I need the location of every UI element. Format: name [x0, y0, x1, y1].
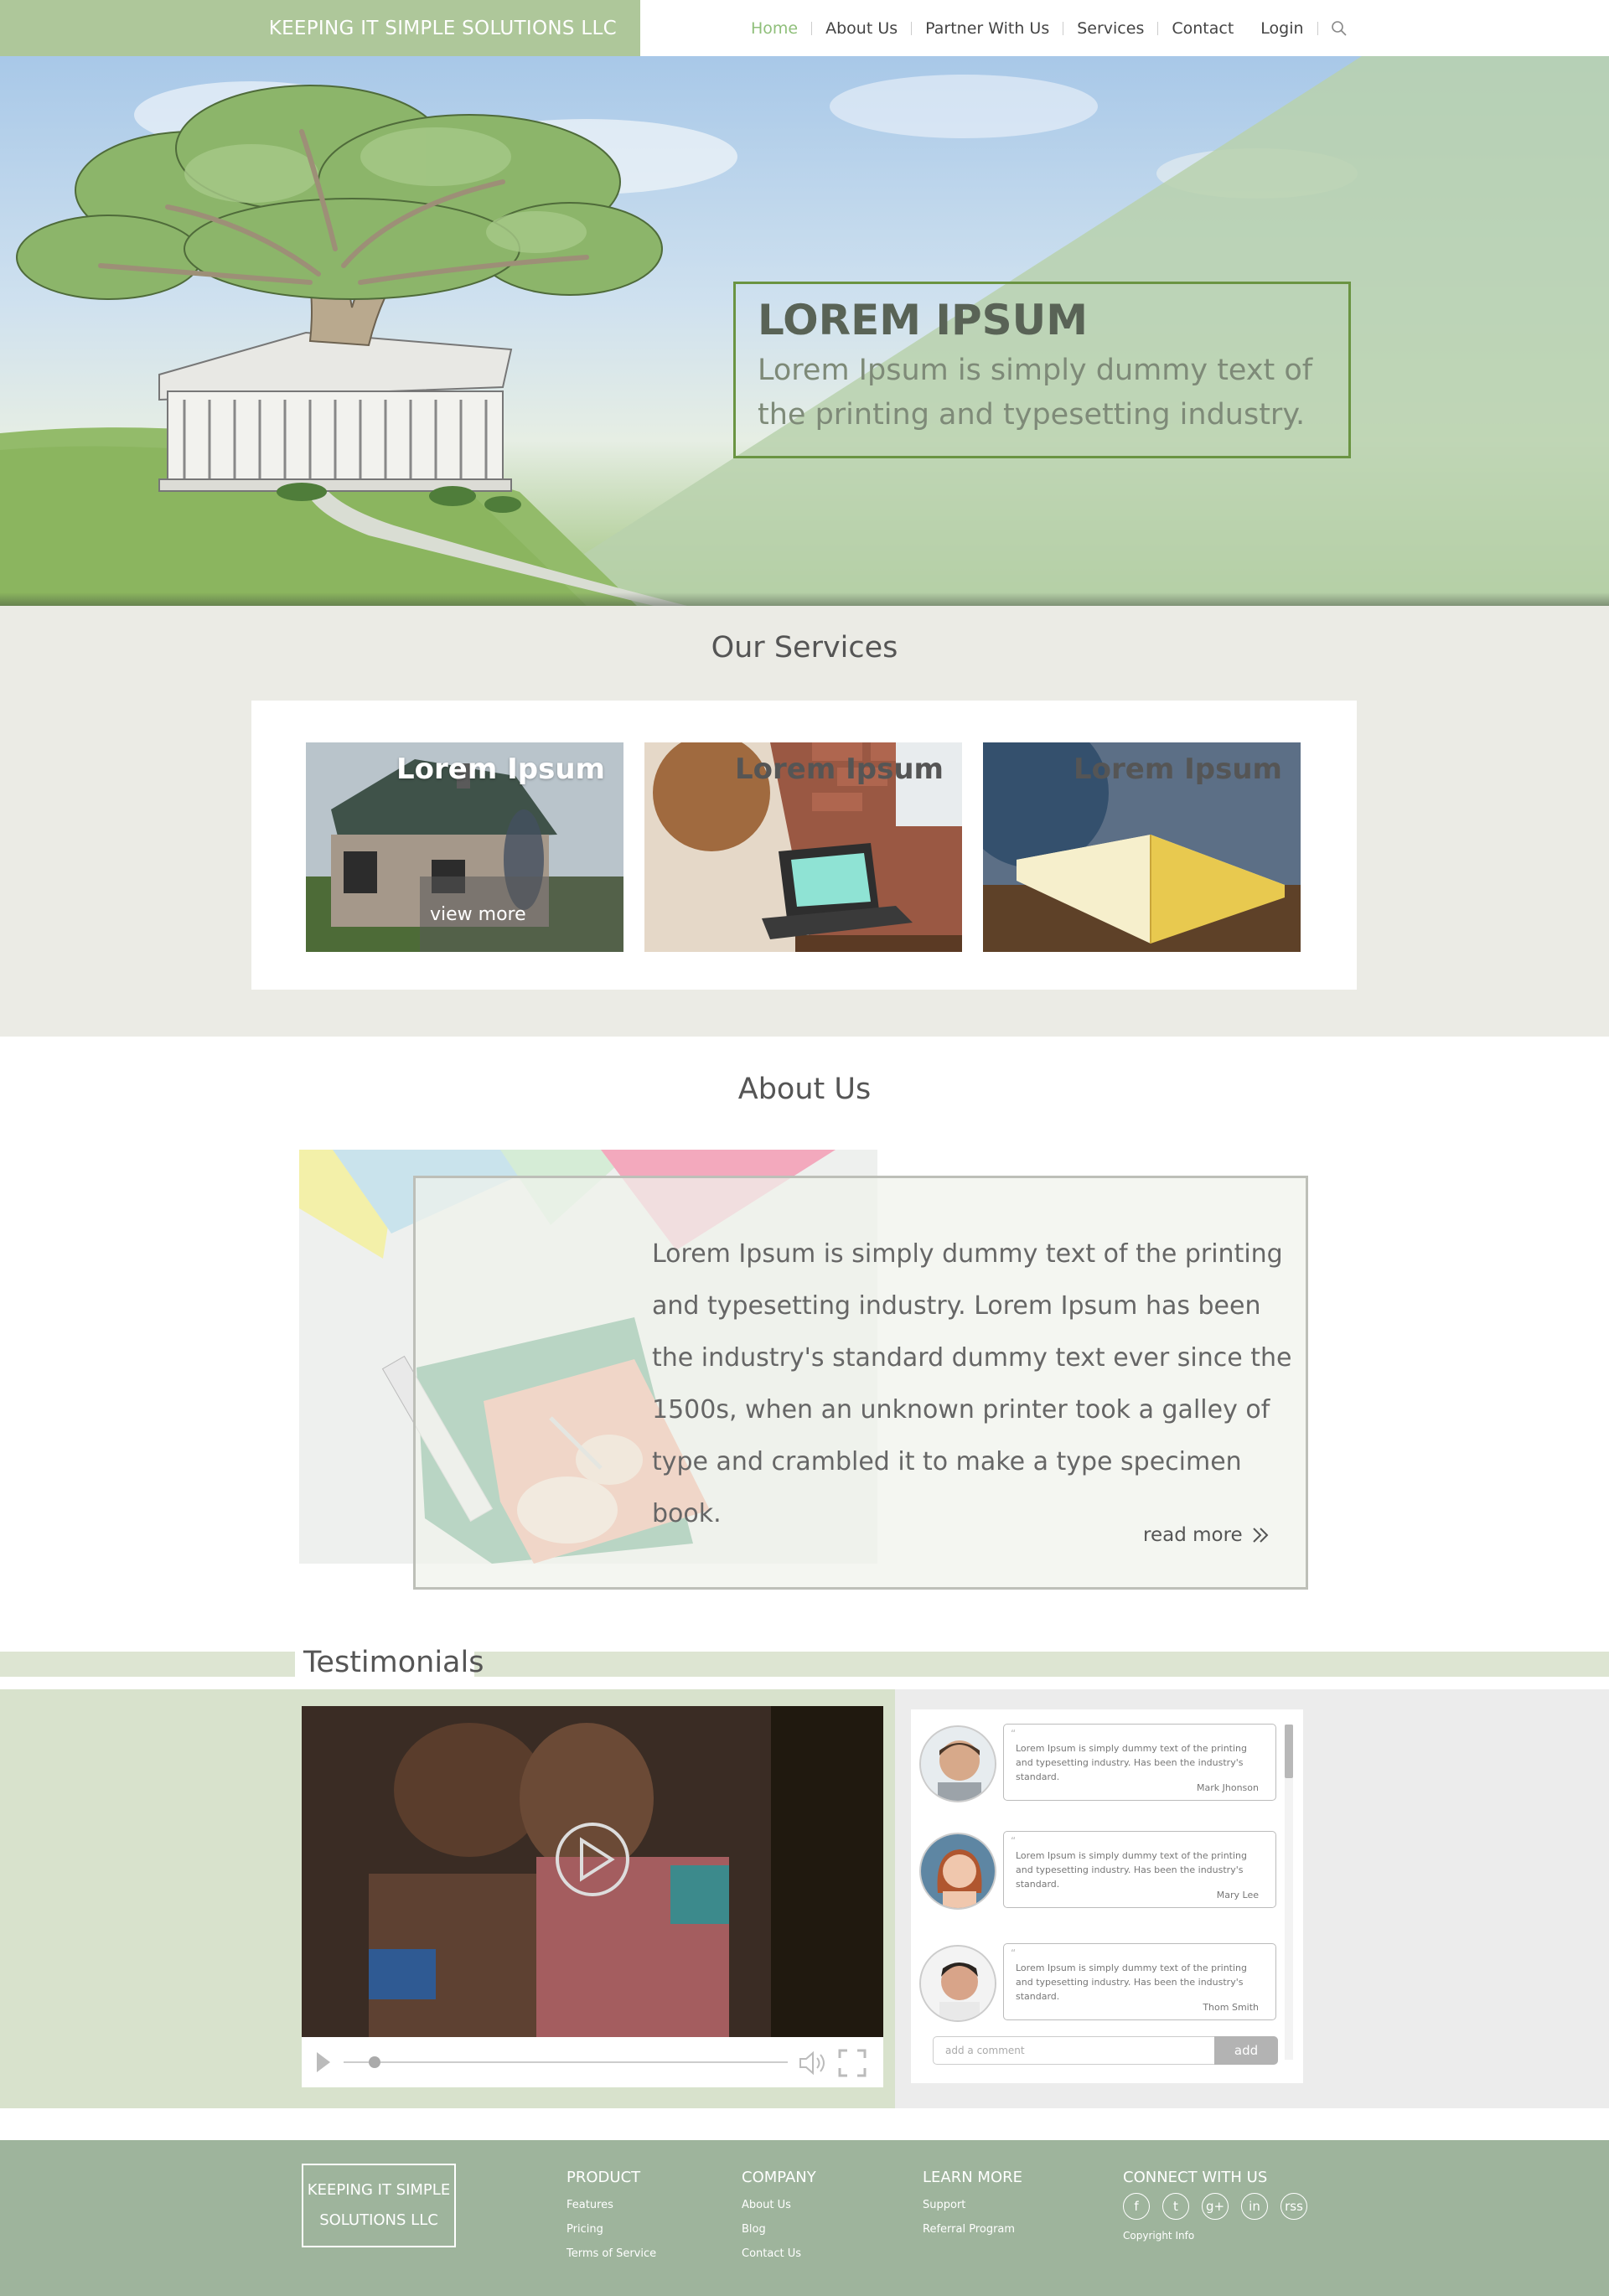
top-navigation-bar: KEEPING IT SIMPLE SOLUTIONS LLC Home Abo…: [0, 0, 1609, 56]
about-title: About Us: [737, 1073, 872, 1106]
play-icon[interactable]: [315, 2050, 332, 2074]
nav-about-us[interactable]: About Us: [812, 19, 911, 38]
service-card-label: Lorem Ipsum: [1074, 752, 1282, 786]
service-card[interactable]: Lorem Ipsum view more: [306, 742, 623, 952]
comment-text: Lorem Ipsum is simply dummy text of the …: [1016, 1743, 1247, 1782]
footer-brand-line-2: SOLUTIONS LLC: [319, 2211, 438, 2229]
testimonial-comments-panel: “ Lorem Ipsum is simply dummy text of th…: [911, 1709, 1303, 2083]
linkedin-icon[interactable]: in: [1241, 2193, 1268, 2220]
twitter-icon[interactable]: t: [1162, 2193, 1189, 2220]
add-comment-button[interactable]: add: [1214, 2036, 1278, 2065]
avatar: [919, 1833, 996, 1910]
footer-heading: LEARN MORE: [923, 2169, 1022, 2186]
comment-bubble: “ Lorem Ipsum is simply dummy text of th…: [1003, 1943, 1276, 2020]
comment-author: Mary Lee: [1216, 1890, 1259, 1900]
footer-product-column: PRODUCT Features Pricing Terms of Servic…: [567, 2169, 656, 2266]
avatar: [919, 1945, 996, 2022]
comments-scrollbar-thumb[interactable]: [1285, 1725, 1293, 1778]
testimonials-band: [0, 1652, 1609, 1677]
fullscreen-icon[interactable]: [838, 2049, 867, 2077]
footer-link-support[interactable]: Support: [923, 2193, 1022, 2217]
comment-text: Lorem Ipsum is simply dummy text of the …: [1016, 1850, 1247, 1890]
comment-item: “ Lorem Ipsum is simply dummy text of th…: [919, 1831, 1288, 1911]
nav-login[interactable]: Login: [1247, 19, 1317, 38]
video-thumbnail: [302, 1706, 883, 2037]
copyright-info: Copyright Info: [1123, 2230, 1195, 2242]
social-icons: f t g+ in rss: [1123, 2193, 1307, 2220]
services-panel: Lorem Ipsum view more Lorem Ipsum Lorem …: [251, 701, 1357, 990]
read-more-label: read more: [1143, 1524, 1243, 1546]
nav-separator: [1317, 21, 1318, 35]
about-text-card: Lorem Ipsum is simply dummy text of the …: [413, 1176, 1308, 1590]
footer-company-column: COMPANY About Us Blog Contact Us: [742, 2169, 816, 2266]
footer: KEEPING IT SIMPLE SOLUTIONS LLC PRODUCT …: [0, 2140, 1609, 2296]
brand-logo[interactable]: KEEPING IT SIMPLE SOLUTIONS LLC: [0, 0, 640, 56]
video-progress-knob[interactable]: [369, 2056, 381, 2068]
comment-author: Mark Jhonson: [1197, 1782, 1259, 1793]
footer-brand-line-1: KEEPING IT SIMPLE: [307, 2181, 451, 2199]
quote-mark: “: [1011, 1835, 1017, 1847]
facebook-icon[interactable]: f: [1123, 2193, 1150, 2220]
video-frame[interactable]: [302, 1706, 883, 2037]
testimonials-title: Testimonials: [303, 1646, 484, 1679]
hero-subtitle: Lorem Ipsum is simply dummy text of the …: [758, 354, 1313, 432]
footer-link-about-us[interactable]: About Us: [742, 2193, 816, 2217]
service-card-label: Lorem Ipsum: [735, 752, 944, 786]
comment-bubble: “ Lorem Ipsum is simply dummy text of th…: [1003, 1724, 1276, 1801]
service-card-label: Lorem Ipsum: [396, 752, 605, 786]
hero-title: LOREM IPSUM: [758, 296, 1089, 344]
quote-mark: “: [1011, 1947, 1017, 1959]
footer-heading: CONNECT WITH US: [1123, 2169, 1268, 2186]
google-plus-icon[interactable]: g+: [1202, 2193, 1229, 2220]
hero-banner: LOREM IPSUM Lorem Ipsum is simply dummy …: [0, 56, 1609, 606]
nav-contact[interactable]: Contact: [1158, 19, 1247, 38]
services-section: Our Services Lorem Ipsum view more Lorem…: [0, 606, 1609, 1037]
service-card[interactable]: Lorem Ipsum: [644, 742, 962, 952]
comment-item: “ Lorem Ipsum is simply dummy text of th…: [919, 1943, 1288, 2024]
footer-heading: PRODUCT: [567, 2169, 641, 2186]
main-nav: Home About Us Partner With Us Services C…: [737, 0, 1348, 56]
footer-link-blog[interactable]: Blog: [742, 2217, 816, 2242]
footer-learn-column: LEARN MORE Support Referral Program: [923, 2169, 1022, 2242]
video-controls: [302, 2037, 883, 2087]
volume-icon[interactable]: [798, 2050, 830, 2076]
service-card[interactable]: Lorem Ipsum: [983, 742, 1301, 952]
comment-input[interactable]: [933, 2036, 1218, 2065]
hero-bottom-shadow: [0, 592, 1609, 606]
about-paragraph: Lorem Ipsum is simply dummy text of the …: [652, 1239, 1292, 1528]
comment-author: Thom Smith: [1203, 2002, 1259, 2013]
footer-link-features[interactable]: Features: [567, 2193, 656, 2217]
search-icon[interactable]: [1330, 19, 1348, 38]
hero-callout: LOREM IPSUM Lorem Ipsum is simply dummy …: [733, 282, 1351, 458]
avatar: [919, 1725, 996, 1802]
video-player[interactable]: [302, 1706, 883, 2087]
footer-heading: COMPANY: [742, 2169, 816, 2186]
footer-connect-column: CONNECT WITH US f t g+ in rss Copyright …: [1123, 2169, 1307, 2242]
view-more-button[interactable]: view more: [420, 877, 623, 952]
footer-link-terms[interactable]: Terms of Service: [567, 2242, 656, 2266]
read-more-link[interactable]: read more: [1143, 1524, 1271, 1546]
quote-mark: “: [1011, 1728, 1017, 1740]
comments-scrollbar[interactable]: [1285, 1725, 1293, 2060]
rss-icon[interactable]: rss: [1280, 2193, 1307, 2220]
nav-partner-with-us[interactable]: Partner With Us: [912, 19, 1063, 38]
services-title: Our Services: [711, 631, 898, 664]
video-progress-track[interactable]: [344, 2061, 788, 2063]
double-chevron-right-icon: [1252, 1528, 1269, 1543]
comment-item: “ Lorem Ipsum is simply dummy text of th…: [919, 1724, 1288, 1804]
nav-home[interactable]: Home: [737, 19, 811, 38]
comment-text: Lorem Ipsum is simply dummy text of the …: [1016, 1962, 1247, 2002]
footer-logo[interactable]: KEEPING IT SIMPLE SOLUTIONS LLC: [302, 2164, 456, 2247]
nav-services[interactable]: Services: [1063, 19, 1157, 38]
footer-link-referral[interactable]: Referral Program: [923, 2217, 1022, 2242]
footer-link-contact-us[interactable]: Contact Us: [742, 2242, 816, 2266]
comment-bubble: “ Lorem Ipsum is simply dummy text of th…: [1003, 1831, 1276, 1908]
footer-link-pricing[interactable]: Pricing: [567, 2217, 656, 2242]
